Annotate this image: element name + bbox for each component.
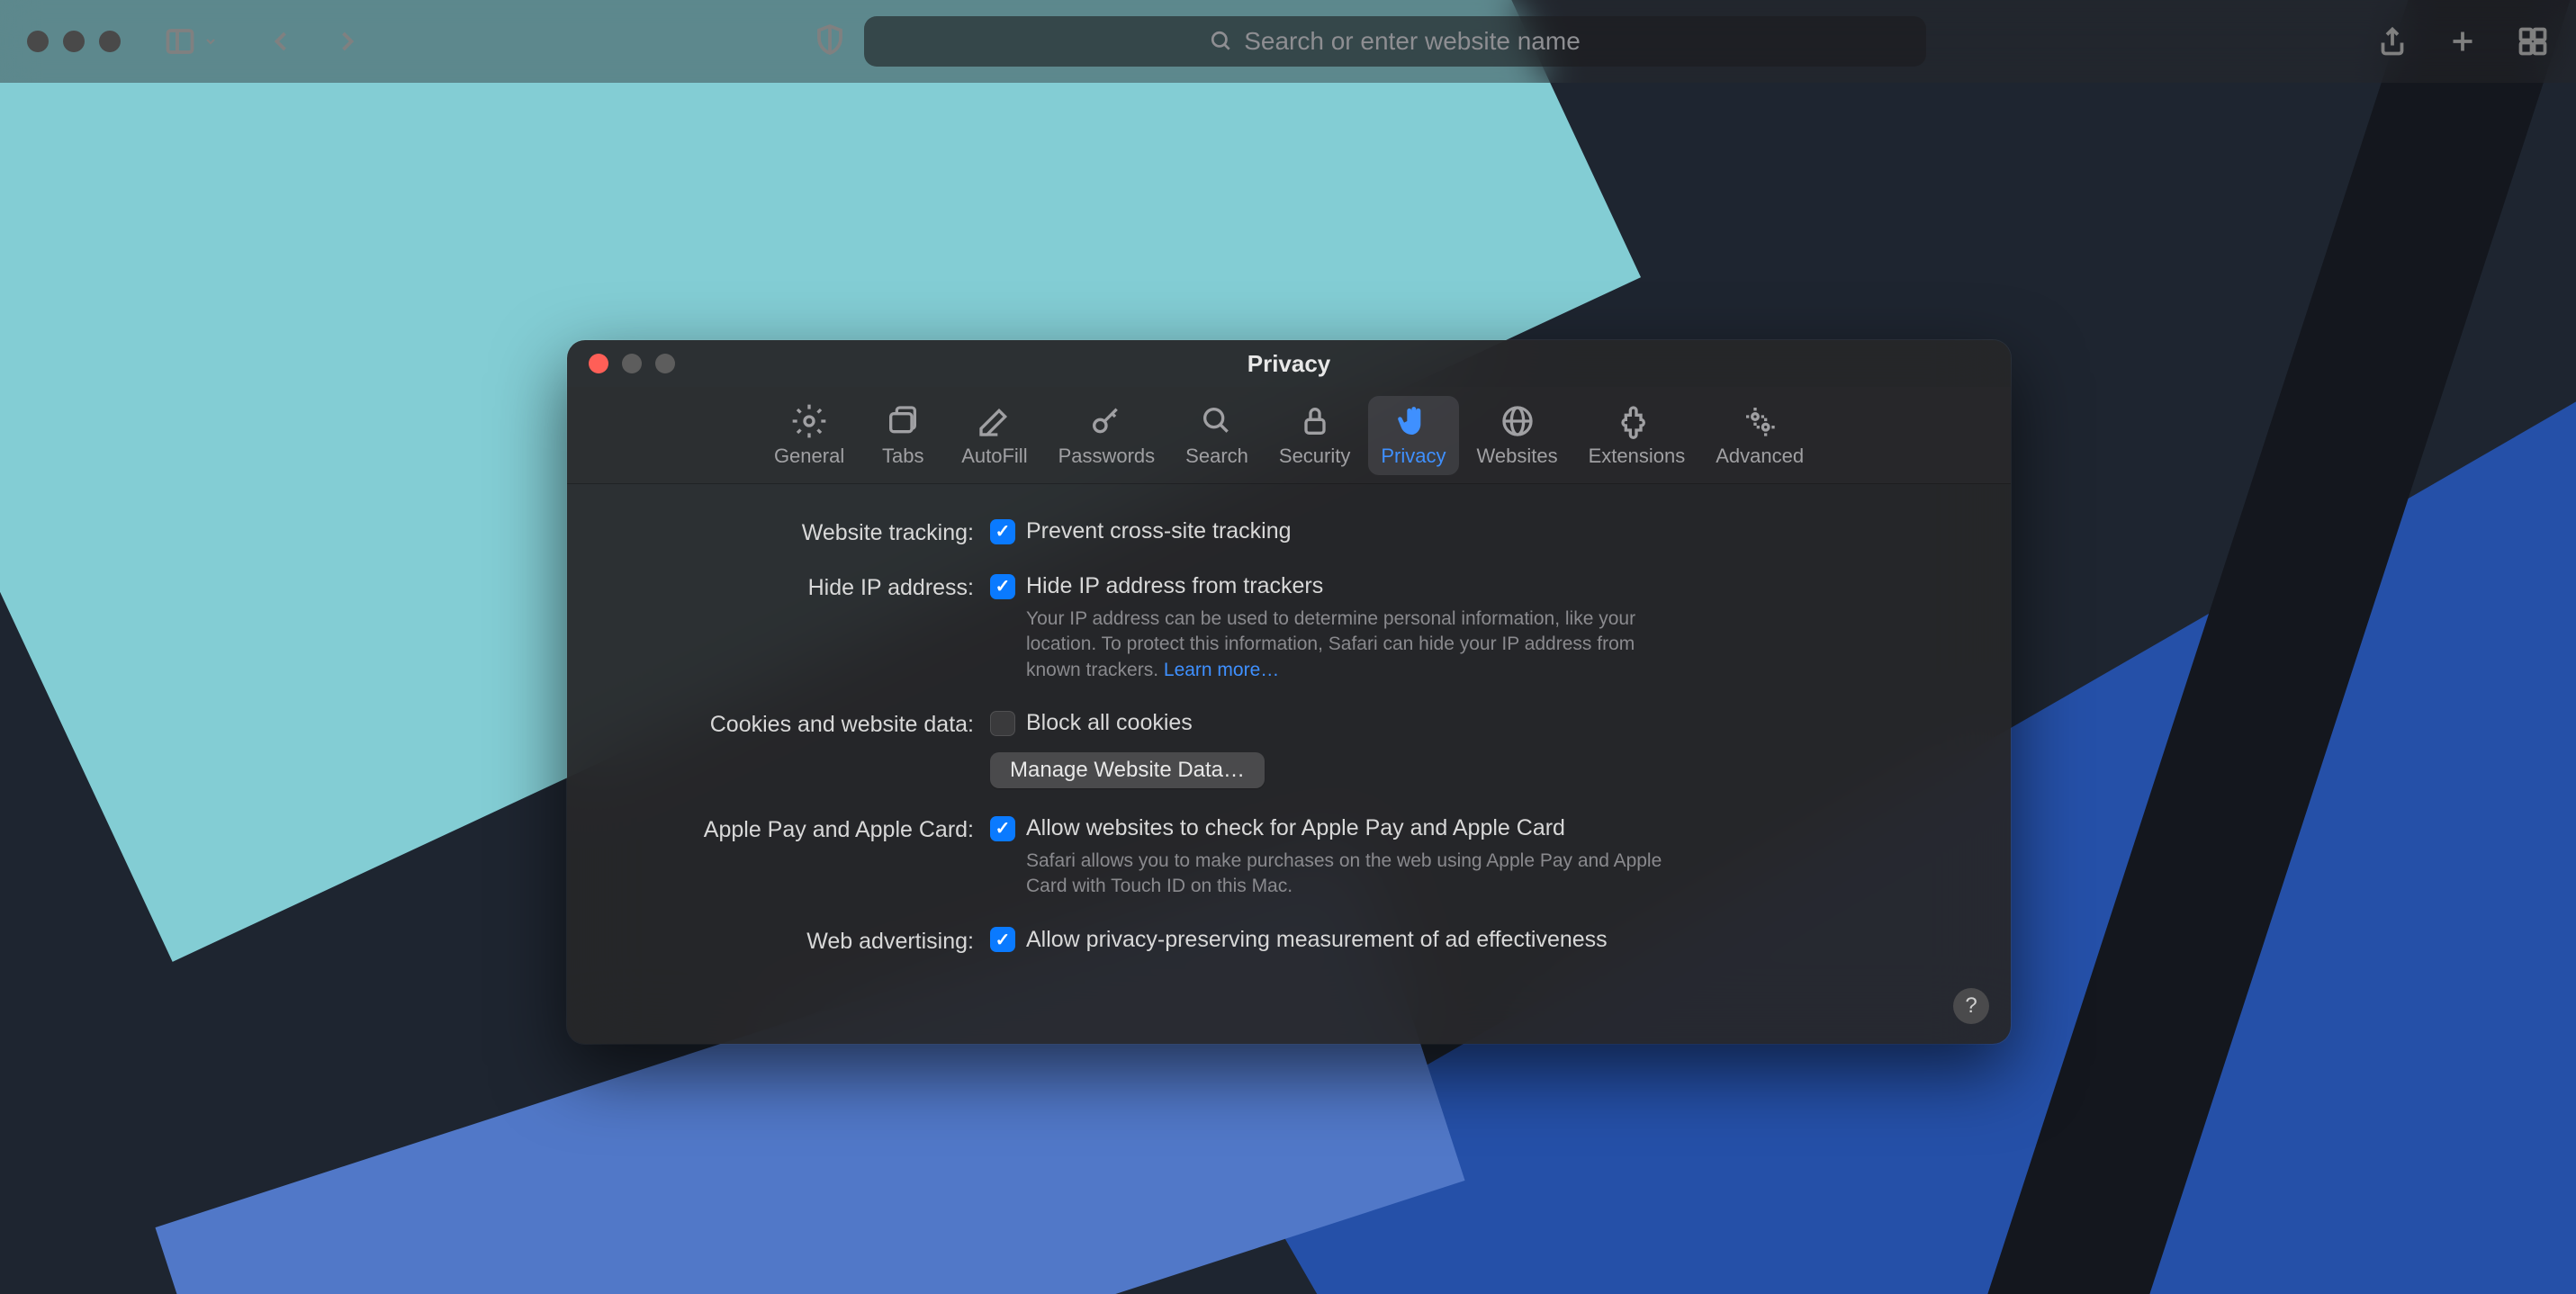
tab-privacy[interactable]: Privacy — [1368, 396, 1458, 475]
forward-button[interactable] — [331, 25, 364, 58]
chevron-down-icon — [203, 34, 218, 49]
tab-security[interactable]: Security — [1266, 396, 1363, 475]
search-icon — [1210, 30, 1233, 53]
address-bar-placeholder: Search or enter website name — [1244, 27, 1581, 56]
prefs-window-controls — [589, 354, 675, 373]
ad-measurement-checkbox[interactable] — [990, 927, 1015, 952]
apple-pay-setting: Apple Pay and Apple Card: Allow websites… — [621, 815, 1957, 900]
hide-ip-checkbox-label: Hide IP address from trackers — [1026, 573, 1323, 599]
preferences-titlebar[interactable]: Privacy — [567, 340, 2011, 387]
search-icon — [1197, 403, 1237, 439]
preferences-content: Website tracking: Prevent cross-site tra… — [567, 484, 2011, 982]
prefs-close-button[interactable] — [589, 354, 608, 373]
apple-pay-label: Apple Pay and Apple Card: — [621, 815, 990, 843]
cookies-setting: Cookies and website data: Block all cook… — [621, 710, 1957, 788]
window-controls — [27, 31, 121, 52]
minimize-window-button[interactable] — [63, 31, 85, 52]
globe-icon — [1498, 403, 1537, 439]
privacy-shield-icon[interactable] — [814, 23, 846, 56]
prefs-minimize-button[interactable] — [622, 354, 642, 373]
tab-search[interactable]: Search — [1173, 396, 1261, 475]
help-button[interactable]: ? — [1953, 988, 1989, 1024]
hide-ip-help-text: Your IP address can be used to determine… — [990, 607, 1674, 683]
prevent-tracking-label: Prevent cross-site tracking — [1026, 518, 1292, 544]
web-advertising-setting: Web advertising: Allow privacy-preservin… — [621, 927, 1957, 955]
hide-ip-checkbox[interactable] — [990, 574, 1015, 599]
tabs-icon — [883, 403, 923, 439]
hand-icon — [1393, 403, 1433, 439]
new-tab-button[interactable] — [2446, 25, 2479, 58]
preferences-window: Privacy General Tabs AutoFill Passwords … — [567, 340, 2011, 1044]
tab-general[interactable]: General — [761, 396, 857, 475]
ad-measurement-label: Allow privacy-preserving measurement of … — [1026, 927, 1608, 953]
sidebar-toggle-button[interactable] — [164, 25, 218, 58]
manage-website-data-button[interactable]: Manage Website Data… — [990, 752, 1265, 788]
close-window-button[interactable] — [27, 31, 49, 52]
address-bar[interactable]: Search or enter website name — [864, 16, 1926, 67]
tab-extensions[interactable]: Extensions — [1576, 396, 1698, 475]
sidebar-icon — [164, 25, 196, 58]
cookies-label: Cookies and website data: — [621, 710, 990, 738]
puzzle-icon — [1617, 403, 1656, 439]
tab-websites[interactable]: Websites — [1464, 396, 1571, 475]
advanced-gear-icon — [1740, 403, 1779, 439]
website-tracking-label: Website tracking: — [621, 518, 990, 546]
share-button[interactable] — [2376, 25, 2409, 58]
preferences-title: Privacy — [589, 350, 1989, 378]
preferences-tab-bar: General Tabs AutoFill Passwords Search S… — [567, 387, 2011, 484]
browser-toolbar: Search or enter website name — [0, 0, 2576, 83]
apple-pay-checkbox[interactable] — [990, 816, 1015, 841]
tab-tabs[interactable]: Tabs — [862, 396, 943, 475]
website-tracking-setting: Website tracking: Prevent cross-site tra… — [621, 518, 1957, 546]
block-cookies-checkbox[interactable] — [990, 711, 1015, 736]
web-advertising-label: Web advertising: — [621, 927, 990, 955]
block-cookies-label: Block all cookies — [1026, 710, 1193, 736]
tab-passwords[interactable]: Passwords — [1046, 396, 1168, 475]
hide-ip-label: Hide IP address: — [621, 573, 990, 601]
apple-pay-checkbox-label: Allow websites to check for Apple Pay an… — [1026, 815, 1565, 841]
key-icon — [1086, 403, 1126, 439]
tab-autofill[interactable]: AutoFill — [949, 396, 1040, 475]
tab-overview-button[interactable] — [2517, 25, 2549, 58]
pencil-icon — [975, 403, 1014, 439]
gear-icon — [789, 403, 829, 439]
maximize-window-button[interactable] — [99, 31, 121, 52]
lock-icon — [1295, 403, 1335, 439]
prefs-maximize-button[interactable] — [655, 354, 675, 373]
hide-ip-setting: Hide IP address: Hide IP address from tr… — [621, 573, 1957, 683]
apple-pay-help-text: Safari allows you to make purchases on t… — [990, 849, 1674, 900]
back-button[interactable] — [265, 25, 297, 58]
learn-more-link[interactable]: Learn more… — [1164, 660, 1279, 680]
tab-advanced[interactable]: Advanced — [1703, 396, 1816, 475]
prevent-tracking-checkbox[interactable] — [990, 519, 1015, 544]
